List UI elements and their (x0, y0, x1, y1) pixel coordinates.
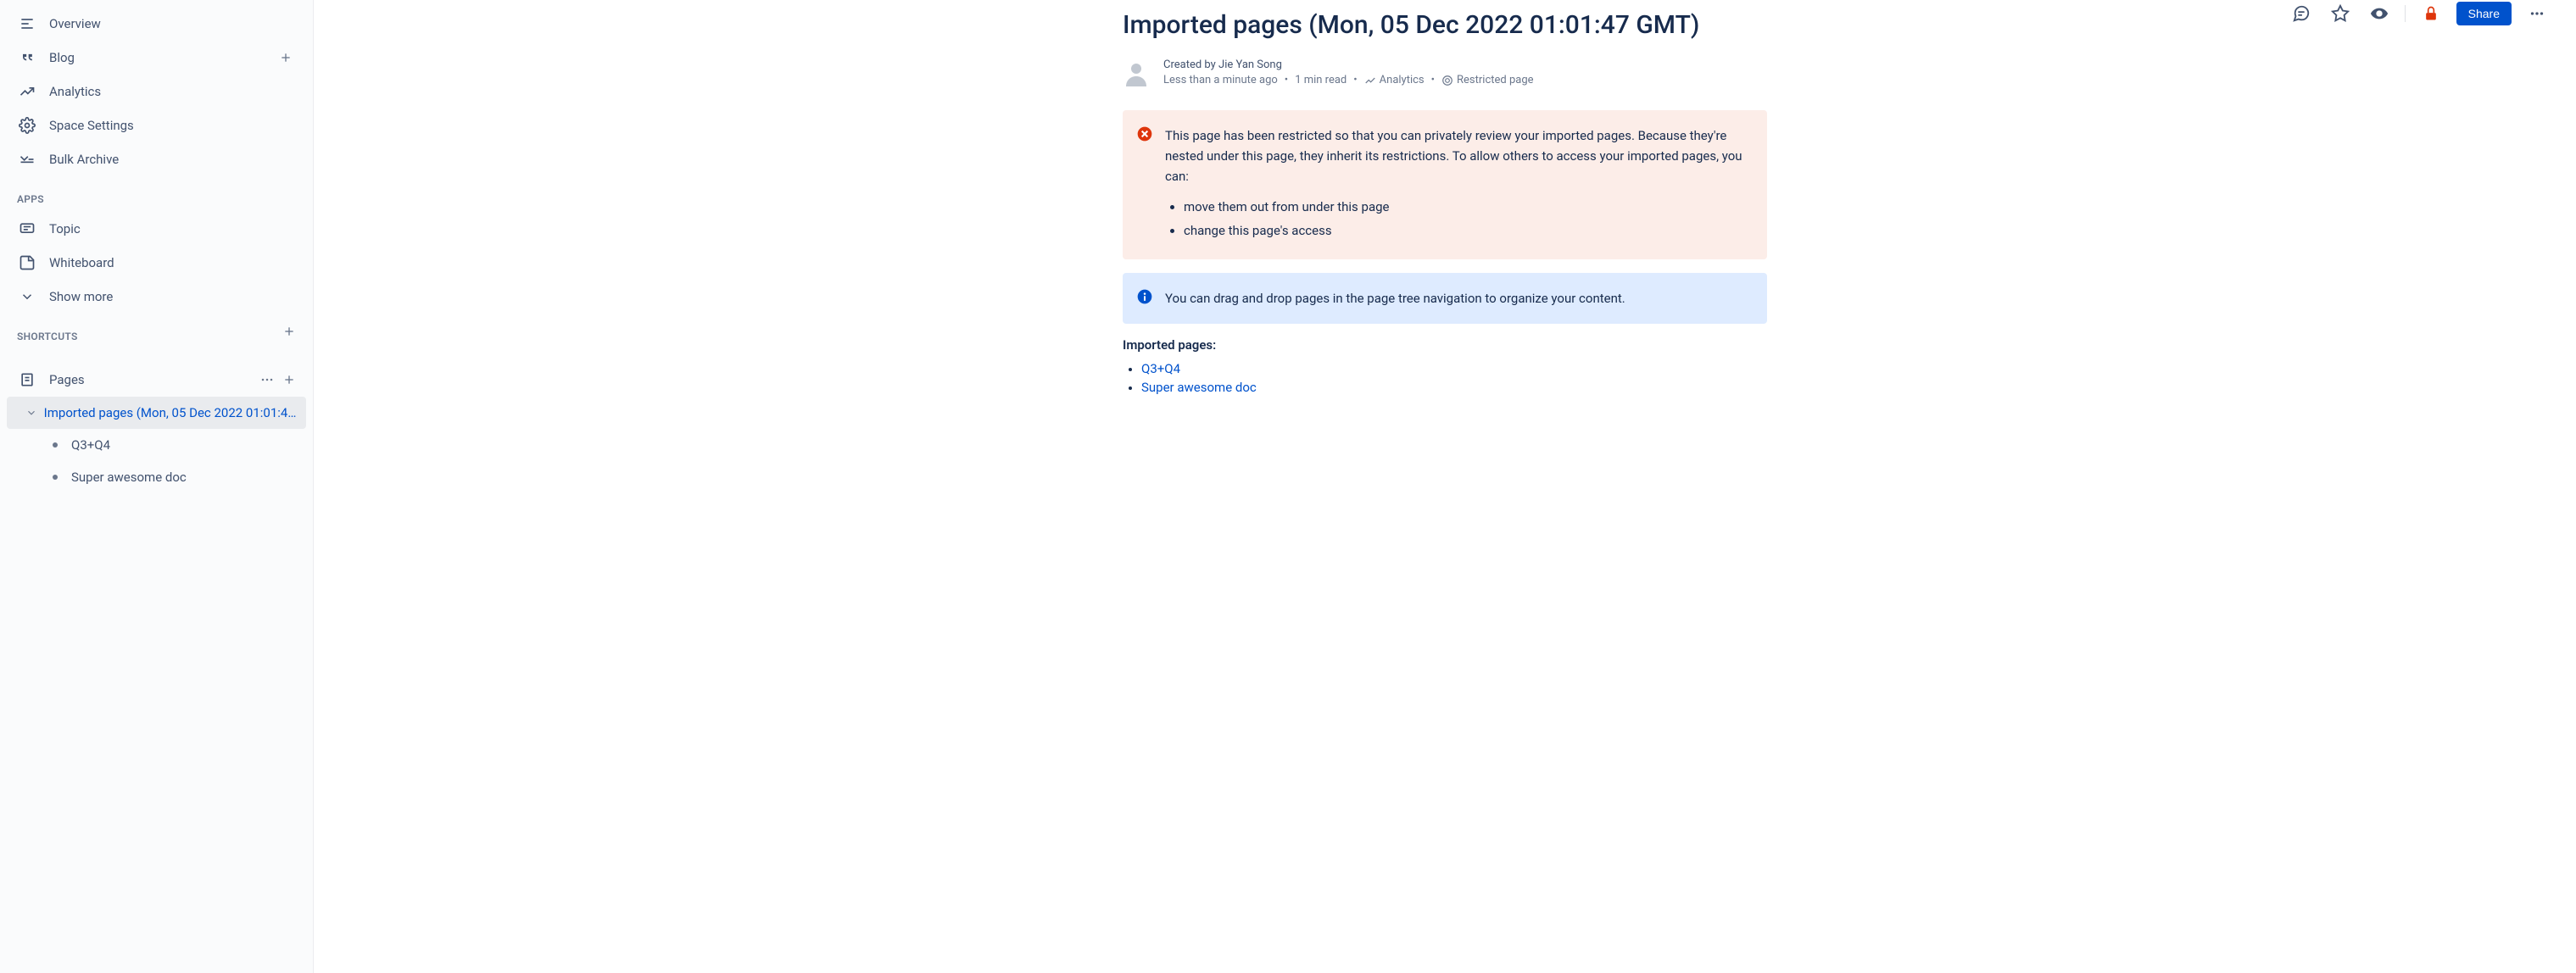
more-actions-icon[interactable] (2523, 0, 2551, 27)
chart-icon (17, 81, 37, 102)
warning-bullet: move them out from under this page (1184, 197, 1750, 217)
share-button[interactable]: Share (2456, 2, 2512, 25)
main-content: Share Imported pages (Mon, 05 Dec 2022 0… (314, 0, 2576, 973)
read-time: 1 min read (1295, 74, 1347, 86)
page-tree-item-q3q4[interactable]: Q3+Q4 (7, 429, 306, 461)
sidebar-item-label: Overview (49, 16, 296, 31)
pages-icon (17, 370, 37, 390)
sidebar-item-label: Blog (49, 50, 276, 65)
sidebar-item-label: Analytics (49, 84, 296, 99)
created-by-prefix: Created by (1163, 58, 1218, 71)
sidebar-item-show-more[interactable]: Show more (7, 280, 306, 314)
page-tree-label: Q3+Q4 (71, 437, 110, 453)
sidebar-item-analytics[interactable]: Analytics (7, 75, 306, 108)
chevron-down-icon (17, 286, 37, 307)
sidebar-item-topic[interactable]: Topic (7, 212, 306, 246)
bullet-icon (53, 442, 58, 448)
analytics-link-label: Analytics (1380, 74, 1425, 86)
page-tree-label: Super awesome doc (71, 470, 187, 485)
add-page-button[interactable] (282, 373, 296, 386)
sidebar-item-label: Show more (49, 289, 296, 304)
chevron-down-icon[interactable] (22, 403, 41, 422)
shortcuts-section-header: SHORTCUTS (7, 314, 282, 349)
time-ago: Less than a minute ago (1163, 74, 1278, 86)
lock-icon[interactable] (2417, 0, 2445, 27)
sidebar-item-pages[interactable]: Pages (7, 363, 306, 397)
imported-pages-label: Imported pages: (1123, 337, 1767, 353)
add-shortcut-button[interactable] (282, 325, 296, 338)
add-blog-button[interactable] (276, 47, 296, 68)
restricted-link-label: Restricted page (1457, 74, 1534, 86)
sidebar-item-whiteboard[interactable]: Whiteboard (7, 246, 306, 280)
comments-icon[interactable] (2288, 0, 2315, 27)
page-title: Imported pages (Mon, 05 Dec 2022 01:01:4… (1123, 8, 1767, 42)
sidebar-item-label: Topic (49, 221, 296, 236)
quote-icon (17, 47, 37, 68)
restricted-link[interactable]: Restricted page (1441, 74, 1534, 86)
byline: Created by Jie Yan Song Less than a minu… (1123, 58, 1767, 86)
whiteboard-icon (17, 253, 37, 273)
page-tree-item-imported[interactable]: Imported pages (Mon, 05 Dec 2022 01:01:4… (7, 397, 306, 429)
page-tree-label: Imported pages (Mon, 05 Dec 2022 01:01:4… (44, 405, 299, 420)
info-panel: You can drag and drop pages in the page … (1123, 273, 1767, 324)
toolbar-separator (2405, 5, 2406, 22)
author-name: Jie Yan Song (1218, 58, 1282, 71)
info-icon (1136, 288, 1153, 305)
archive-icon (17, 149, 37, 170)
sidebar: Overview Blog Analytics Space Settings B… (0, 0, 314, 973)
pages-more-button[interactable] (259, 371, 276, 388)
bullet-icon (53, 475, 58, 480)
sidebar-item-blog[interactable]: Blog (7, 41, 306, 75)
gear-icon (17, 115, 37, 136)
warning-panel: This page has been restricted so that yo… (1123, 110, 1767, 259)
apps-section-header: APPS (7, 176, 306, 212)
topic-icon (17, 219, 37, 239)
page-tree-item-super-awesome[interactable]: Super awesome doc (7, 461, 306, 493)
info-text: You can drag and drop pages in the page … (1165, 288, 1750, 309)
overview-icon (17, 14, 37, 34)
sidebar-item-label: Whiteboard (49, 255, 296, 270)
watch-icon[interactable] (2366, 0, 2393, 27)
imported-link-super-awesome[interactable]: Super awesome doc (1141, 380, 1257, 395)
warning-bullet: change this page's access (1184, 220, 1750, 241)
warning-text: This page has been restricted so that yo… (1165, 125, 1750, 186)
imported-link-q3q4[interactable]: Q3+Q4 (1141, 361, 1180, 376)
star-icon[interactable] (2327, 0, 2354, 27)
sidebar-item-label: Space Settings (49, 118, 296, 133)
author-line: Created by Jie Yan Song (1163, 58, 1534, 71)
page-toolbar: Share (2288, 0, 2551, 27)
sidebar-item-label: Bulk Archive (49, 152, 296, 167)
error-icon (1136, 125, 1153, 142)
avatar (1123, 59, 1150, 86)
sidebar-item-space-settings[interactable]: Space Settings (7, 108, 306, 142)
sidebar-item-overview[interactable]: Overview (7, 7, 306, 41)
analytics-link[interactable]: Analytics (1364, 74, 1425, 86)
pages-label: Pages (49, 372, 259, 387)
imported-links-list: Q3+Q4 Super awesome doc (1123, 361, 1767, 395)
sidebar-item-bulk-archive[interactable]: Bulk Archive (7, 142, 306, 176)
